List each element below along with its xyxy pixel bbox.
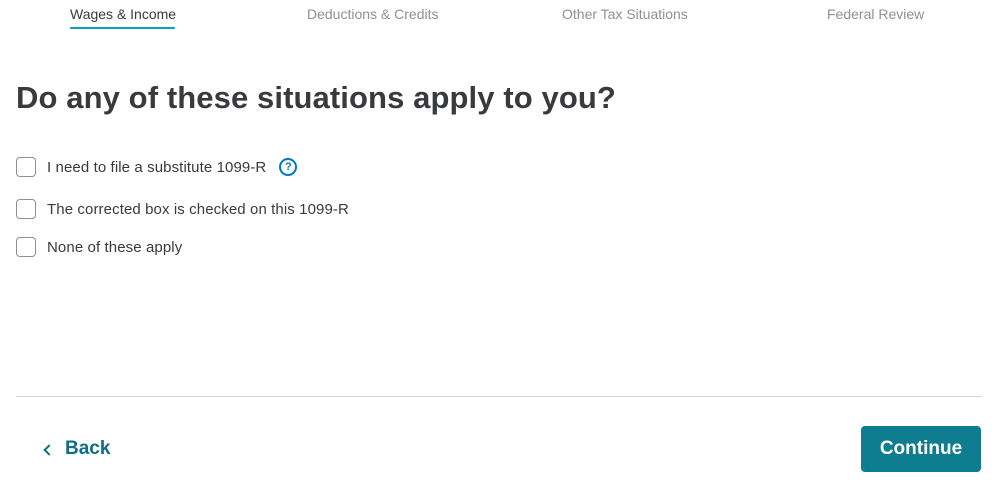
checkbox[interactable] — [16, 157, 36, 177]
checkbox[interactable] — [16, 199, 36, 219]
step-other-tax-situations[interactable]: Other Tax Situations — [562, 6, 688, 22]
option-corrected-box[interactable]: The corrected box is checked on this 109… — [16, 199, 349, 219]
chevron-left-icon — [43, 443, 55, 456]
active-step-indicator — [70, 27, 175, 29]
back-button[interactable]: Back — [43, 437, 111, 461]
page: Wages & Income Deductions & Credits Othe… — [0, 0, 998, 487]
footer-divider — [16, 396, 982, 397]
progress-steps: Wages & Income Deductions & Credits Othe… — [0, 0, 998, 36]
option-label: The corrected box is checked on this 109… — [47, 200, 349, 218]
option-label: None of these apply — [47, 238, 183, 256]
continue-button[interactable]: Continue — [861, 426, 981, 472]
step-federal-review[interactable]: Federal Review — [827, 6, 924, 22]
option-substitute-1099r[interactable]: I need to file a substitute 1099-R ? — [16, 157, 298, 177]
page-title: Do any of these situations apply to you? — [16, 80, 616, 115]
checkbox[interactable] — [16, 237, 36, 257]
back-label: Back — [65, 438, 111, 459]
step-deductions-credits[interactable]: Deductions & Credits — [307, 6, 439, 22]
option-label: I need to file a substitute 1099-R — [47, 158, 267, 176]
option-none-apply[interactable]: None of these apply — [16, 237, 182, 257]
step-wages-income[interactable]: Wages & Income — [70, 6, 176, 22]
help-icon[interactable]: ? — [279, 158, 298, 176]
